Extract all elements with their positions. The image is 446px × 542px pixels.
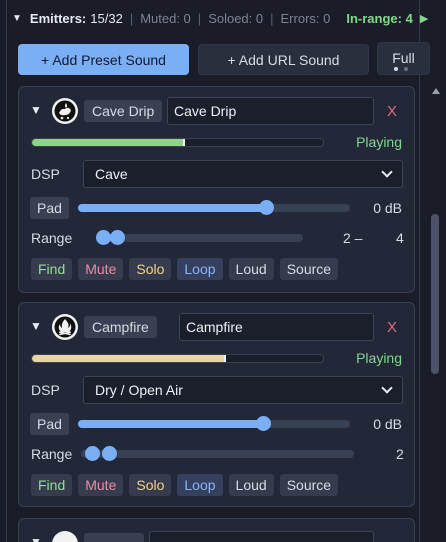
emitter-tag[interactable] xyxy=(84,533,144,542)
pad-button[interactable]: Pad xyxy=(30,197,69,219)
range-slider[interactable] xyxy=(96,230,303,245)
range-max-knob[interactable] xyxy=(110,230,125,245)
loud-button[interactable]: Loud xyxy=(228,474,274,496)
range-min-value: 2 – xyxy=(343,230,363,246)
chevron-down-icon xyxy=(381,166,393,178)
progress-fill xyxy=(32,355,225,362)
loop-button[interactable]: Loop xyxy=(177,258,223,280)
add-url-sound-button[interactable]: + Add URL Sound xyxy=(198,44,369,75)
status-label: Playing xyxy=(356,134,402,150)
emitters-title: Emitters: xyxy=(29,10,87,26)
solo-button[interactable]: Solo xyxy=(129,258,172,280)
dsp-select[interactable]: Cave xyxy=(83,160,403,188)
full-button[interactable]: Full xyxy=(377,42,430,75)
emitter-tag[interactable]: Campfire xyxy=(84,316,157,338)
scrollbar-thumb[interactable] xyxy=(431,214,439,374)
soloed-count: Soloed: 0 xyxy=(208,10,264,26)
dsp-value: Cave xyxy=(95,166,128,182)
dsp-select[interactable]: Dry / Open Air xyxy=(83,376,403,404)
remove-emitter-button[interactable]: X xyxy=(387,103,397,120)
mute-button[interactable]: Mute xyxy=(78,474,124,496)
solo-button[interactable]: Solo xyxy=(129,474,172,496)
collapse-triangle-icon[interactable]: ▼ xyxy=(12,13,22,24)
emitter-card: ▼ xyxy=(18,518,415,542)
emitter-card: ▼ Campfire Campfire X Playing DSP Dry / … xyxy=(18,302,415,507)
dsp-value: Dry / Open Air xyxy=(95,382,183,398)
remove-emitter-button[interactable]: X xyxy=(387,319,397,336)
find-button[interactable]: Find xyxy=(31,474,73,496)
collapse-triangle-icon[interactable]: ▼ xyxy=(30,103,42,117)
source-button[interactable]: Source xyxy=(279,474,339,496)
gain-fill xyxy=(78,204,266,212)
range-max-knob[interactable] xyxy=(102,446,117,461)
gain-fill xyxy=(78,420,263,428)
dsp-label: DSP xyxy=(31,166,60,182)
divider: | xyxy=(129,10,134,26)
gain-slider[interactable] xyxy=(78,200,350,215)
range-slider[interactable] xyxy=(81,446,354,461)
range-label: Range xyxy=(31,446,73,462)
range-min-knob[interactable] xyxy=(96,230,111,245)
emitter-card: ▼ Cave Drip Cave Drip X Playing DSP Cave… xyxy=(18,86,415,293)
playback-progress[interactable] xyxy=(31,354,324,363)
find-button[interactable]: Find xyxy=(31,258,73,280)
fire-icon xyxy=(52,314,78,340)
gain-knob[interactable] xyxy=(255,416,271,431)
errors-count: Errors: 0 xyxy=(280,10,331,26)
scroll-up-icon[interactable] xyxy=(432,88,440,94)
source-button[interactable]: Source xyxy=(279,258,339,280)
page-dots xyxy=(394,67,408,71)
play-icon[interactable]: ▶ xyxy=(420,12,428,25)
status-label: Playing xyxy=(356,350,402,366)
progress-cursor xyxy=(183,139,186,146)
pad-button[interactable]: Pad xyxy=(30,413,69,435)
chevron-down-icon xyxy=(381,382,393,394)
emitter-count: 15/32 xyxy=(90,10,123,26)
progress-fill xyxy=(32,139,184,146)
collapse-triangle-icon[interactable]: ▼ xyxy=(30,535,42,542)
full-label: Full xyxy=(392,50,415,66)
water-drip-icon xyxy=(52,98,78,124)
add-preset-sound-button[interactable]: + Add Preset Sound xyxy=(18,44,189,75)
emitter-tag[interactable]: Cave Drip xyxy=(84,100,163,122)
gain-knob[interactable] xyxy=(258,200,274,215)
gain-value: 0 dB xyxy=(373,416,402,432)
loop-button[interactable]: Loop xyxy=(177,474,223,496)
loud-button[interactable]: Loud xyxy=(228,258,274,280)
divider: | xyxy=(270,10,274,26)
range-min-knob[interactable] xyxy=(85,446,100,461)
emitter-name-input[interactable]: Campfire xyxy=(179,313,374,341)
collapse-triangle-icon[interactable]: ▼ xyxy=(30,319,42,333)
emitters-header[interactable]: ▼ Emitters: 15/32 | Muted: 0 | Soloed: 0… xyxy=(12,8,432,28)
range-max-value: 2 xyxy=(396,446,404,462)
progress-cursor xyxy=(224,355,227,362)
scrollbar[interactable] xyxy=(430,84,442,542)
emitter-name-input[interactable] xyxy=(149,531,374,542)
in-range-count: In-range: 4 xyxy=(346,10,413,26)
gain-slider[interactable] xyxy=(78,416,350,431)
mute-button[interactable]: Mute xyxy=(78,258,124,280)
emitter-icon xyxy=(52,531,78,542)
emitter-name-input[interactable]: Cave Drip xyxy=(167,97,374,125)
playback-progress[interactable] xyxy=(31,138,324,147)
range-max-value: 4 xyxy=(396,230,404,246)
muted-count: Muted: 0 xyxy=(140,10,191,26)
divider: | xyxy=(197,10,202,26)
range-label: Range xyxy=(31,230,73,246)
gain-value: 0 dB xyxy=(373,200,402,216)
dsp-label: DSP xyxy=(31,382,60,398)
